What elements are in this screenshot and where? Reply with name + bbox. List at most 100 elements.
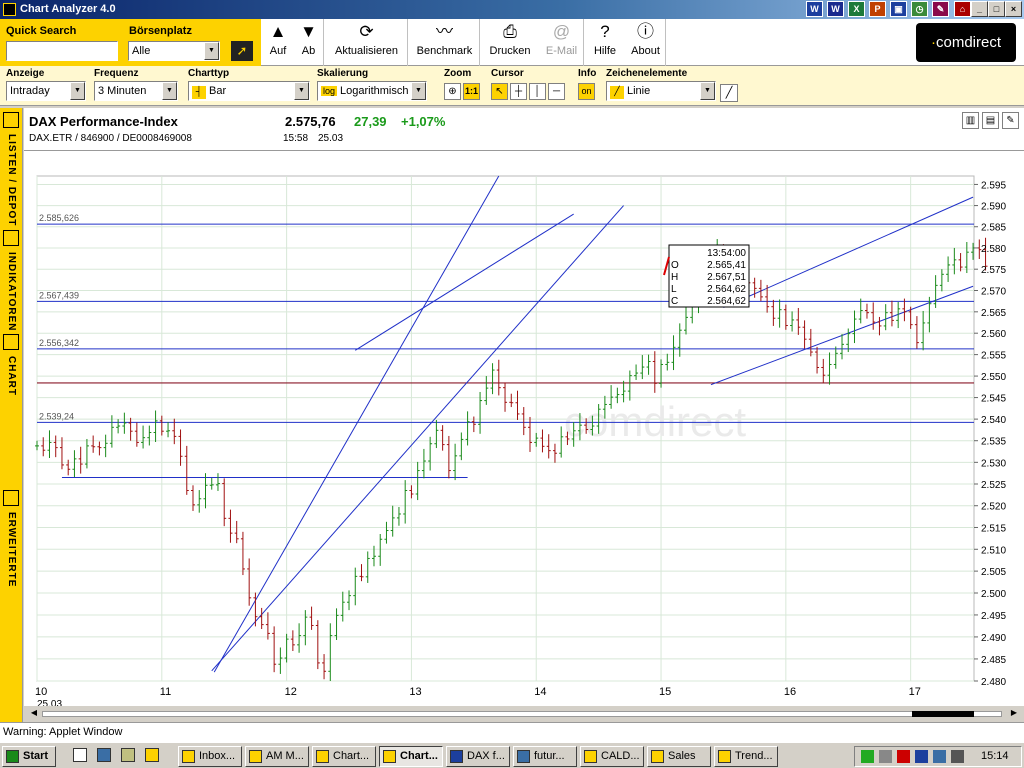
crosshair-icon[interactable]: ┼ (510, 83, 527, 100)
about-label: About (631, 45, 660, 57)
excel-icon[interactable]: X (848, 1, 865, 17)
refresh-button[interactable]: ⟳ Aktualisieren (326, 19, 408, 66)
acrobat-icon[interactable]: ⌂ (954, 1, 971, 17)
boersenplatz-label: Börsenplatz (129, 25, 192, 37)
maximize-icon[interactable]: □ (988, 1, 1005, 17)
outlook-icon[interactable] (121, 748, 135, 762)
chevron-down-icon[interactable]: ▼ (162, 82, 177, 100)
quick-search-input[interactable] (6, 41, 118, 61)
scroll-right-icon[interactable]: ▶ (1008, 708, 1020, 720)
email-button[interactable]: @ E-Mail (540, 19, 584, 66)
chevron-down-icon[interactable]: ▼ (700, 82, 715, 100)
zoom-reset-button[interactable]: 1:1 (463, 83, 480, 100)
access-icon[interactable]: ✎ (932, 1, 949, 17)
task-am[interactable]: AM M... (245, 746, 309, 767)
task-chart-1[interactable]: Chart... (312, 746, 376, 767)
charttyp-select[interactable]: ┤ Bar ▼ (188, 81, 310, 101)
horizontal-line-icon[interactable]: ─ (548, 83, 565, 100)
start-label: Start (23, 750, 49, 762)
zeichen-select[interactable]: ╱ Linie ▼ (606, 81, 716, 101)
log-badge: log (321, 86, 338, 96)
chevron-down-icon[interactable]: ▼ (70, 82, 85, 100)
scroll-left-icon[interactable]: ◀ (28, 708, 40, 720)
task-icon (383, 750, 396, 763)
benchmark-button[interactable]: 〰 Benchmark (410, 19, 480, 66)
help-button[interactable]: ? Hilfe (586, 19, 624, 66)
explorer-icon[interactable]: ▣ (890, 1, 907, 17)
anzeige-label: Anzeige (6, 68, 45, 79)
info-toggle[interactable]: on (578, 83, 595, 100)
refresh-label: Aktualisieren (335, 45, 398, 57)
chart-view-icon[interactable]: ▥ (962, 112, 979, 129)
boersenplatz-select[interactable]: Alle ▼ (128, 41, 220, 61)
print-button[interactable]: ⎙ Drucken (482, 19, 538, 66)
chevron-down-icon[interactable]: ▼ (411, 82, 426, 100)
task-inbox[interactable]: Inbox... (178, 746, 242, 767)
zeichen-label: Zeichenelemente (606, 68, 688, 79)
y-tick-label: 2.545 (981, 394, 1006, 405)
sidebar-item-listen[interactable]: LISTEN / DEPOT (0, 130, 22, 230)
table-view-icon[interactable]: ▤ (982, 112, 999, 129)
up-button[interactable]: ▲ Auf (264, 19, 292, 66)
line-tool-icon: ╱ (610, 86, 624, 99)
sidebar-item-indikatoren[interactable]: INDIKATOREN (0, 248, 22, 338)
anzeige-select[interactable]: Intraday ▼ (6, 81, 86, 101)
list-icon[interactable] (3, 112, 19, 128)
chevron-down-icon[interactable]: ▼ (294, 82, 309, 100)
tooltip-key: L (671, 284, 677, 295)
task-chart-active[interactable]: Chart... (379, 746, 443, 767)
tray-monitor-icon[interactable] (951, 750, 964, 763)
start-button[interactable]: Start (2, 746, 56, 767)
instrument-header: DAX Performance-Index DAX.ETR / 846900 /… (24, 108, 1024, 151)
sidebar-item-chart-einstellungen[interactable]: CHART EINSTELLUNGEN (0, 352, 22, 486)
zoom-in-icon[interactable]: ⊕ (444, 83, 461, 100)
ie-icon[interactable] (97, 748, 111, 762)
settings-icon[interactable] (3, 334, 19, 350)
info-icon: ⓘ (637, 22, 654, 41)
watermark-text: comdirect (564, 398, 746, 445)
search-icon[interactable] (3, 490, 19, 506)
pin-icon[interactable]: ✎ (1002, 112, 1019, 129)
instrument-change-pct: +1,07% (401, 114, 446, 129)
desktop-icon[interactable] (73, 748, 87, 762)
draw-line-icon[interactable]: ╱ (720, 84, 738, 102)
task-sales[interactable]: Sales (647, 746, 711, 767)
tray-lang-icon[interactable] (915, 750, 928, 763)
skalierung-select[interactable]: log Logarithmisch ▼ (317, 81, 427, 101)
word-doc-icon[interactable]: W (827, 1, 844, 17)
x-date-label: 25.03 (37, 699, 62, 706)
level-label: 2.539,24 (39, 411, 74, 421)
powerpoint-icon[interactable]: P (869, 1, 886, 17)
tray-acrobat-icon[interactable] (897, 750, 910, 763)
pointer-icon[interactable]: ↖ (491, 83, 508, 100)
tray-app-icon[interactable] (933, 750, 946, 763)
scroll-track[interactable] (42, 711, 1002, 717)
y-tick-label: 2.510 (981, 545, 1006, 556)
tray-volume-icon[interactable] (879, 750, 892, 763)
scroll-thumb[interactable] (912, 711, 974, 717)
y-tick-label: 2.580 (981, 244, 1006, 255)
task-futur[interactable]: futur... (513, 746, 577, 767)
vertical-line-icon[interactable]: │ (529, 83, 546, 100)
word-icon[interactable]: W (806, 1, 823, 17)
go-arrow-icon[interactable]: ➚ (231, 41, 253, 61)
zeichen-value: Linie (627, 85, 651, 97)
about-button[interactable]: ⓘ About (626, 19, 666, 66)
task-dax[interactable]: DAX f... (446, 746, 510, 767)
chart-app-icon[interactable] (145, 748, 159, 762)
indicator-icon[interactable] (3, 230, 19, 246)
task-cald[interactable]: CALD... (580, 746, 644, 767)
sidebar-item-erweiterte-suche[interactable]: ERWEITERTE SUCHE (0, 508, 22, 618)
chart-area[interactable]: comdirect 2.585,626 2.567,439 2.556,342 2.5… (24, 151, 1024, 710)
calendar-icon[interactable]: ◷ (911, 1, 928, 17)
tray-network-icon[interactable] (861, 750, 874, 763)
close-icon[interactable]: × (1005, 1, 1022, 17)
task-label: Chart... (400, 750, 438, 762)
task-trend[interactable]: Trend... (714, 746, 778, 767)
chevron-down-icon[interactable]: ▼ (204, 42, 219, 60)
frequenz-select[interactable]: 3 Minuten ▼ (94, 81, 178, 101)
down-button[interactable]: ▼ Ab (294, 19, 324, 66)
price-chart[interactable]: comdirect 2.585,626 2.567,439 2.556,342 2.5… (24, 151, 1024, 710)
minimize-icon[interactable]: _ (971, 1, 988, 17)
horizontal-scrollbar[interactable]: ◀ ▶ (24, 706, 1024, 722)
